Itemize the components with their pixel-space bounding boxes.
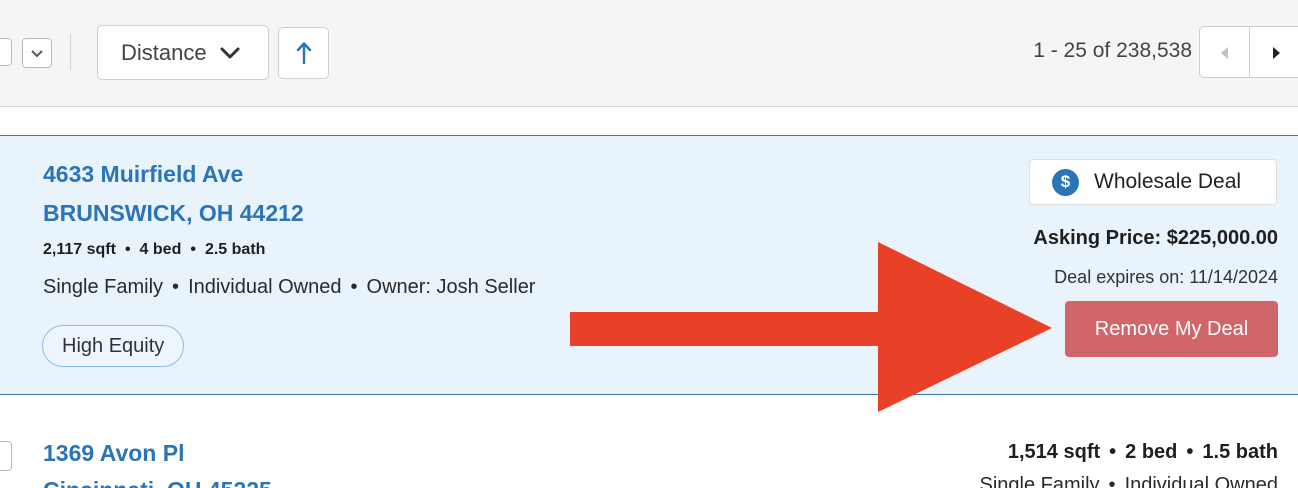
separator-dot: • — [1186, 441, 1194, 463]
dollar-icon: $ — [1052, 168, 1079, 196]
listing-address-city[interactable]: Cincinnati, OH 45225 — [43, 477, 272, 488]
pagination-controls — [1199, 26, 1298, 78]
separator-dot: • — [172, 276, 180, 298]
deal-expiration: Deal expires on: 11/14/2024 — [1054, 267, 1278, 287]
results-toolbar: Distance 1 - 25 of 238,538 — [0, 0, 1298, 107]
caret-right-icon — [1273, 47, 1280, 59]
remove-my-deal-button[interactable]: Remove My Deal — [1065, 301, 1278, 357]
wholesale-deal-badge: $ Wholesale Deal — [1029, 159, 1277, 205]
listings-page: Distance 1 - 25 of 238,538 4633 Muirfiel… — [0, 0, 1298, 488]
listing-specs: 2,117 sqft • 4 bed • 2.5 bath — [43, 241, 265, 259]
caret-left-icon — [1220, 47, 1228, 59]
listing-card-selected[interactable]: 4633 Muirfield Ave BRUNSWICK, OH 44212 2… — [0, 135, 1298, 395]
listing-address-city[interactable]: BRUNSWICK, OH 44212 — [43, 200, 304, 227]
sort-by-select[interactable]: Distance — [97, 25, 269, 80]
previous-page-button[interactable] — [1200, 27, 1250, 77]
toolbar-divider — [70, 34, 71, 70]
ownership-type: Individual Owned — [188, 276, 342, 298]
separator-dot: • — [124, 241, 131, 258]
ownership-type: Individual Owned — [1124, 474, 1278, 488]
owner-name: Owner: Josh Seller — [366, 276, 536, 298]
sort-by-label: Distance — [121, 39, 207, 65]
listing-address-street[interactable]: 1369 Avon Pl — [43, 440, 184, 467]
chevron-down-icon — [219, 46, 241, 60]
listing-baths: 1.5 bath — [1202, 441, 1278, 463]
select-options-dropdown[interactable] — [22, 38, 52, 68]
listing-baths: 2.5 bath — [204, 241, 266, 258]
next-page-button[interactable] — [1251, 27, 1298, 77]
asking-price: Asking Price: $225,000.00 — [1033, 227, 1278, 249]
high-equity-tag: High Equity — [42, 325, 185, 367]
listing-sqft: 1,514 sqft — [1007, 441, 1101, 463]
separator-dot: • — [350, 276, 358, 298]
separator-dot: • — [1109, 441, 1117, 463]
separator-dot: • — [1108, 474, 1116, 488]
wholesale-deal-label: Wholesale Deal — [1094, 170, 1242, 193]
listing-beds: 4 bed — [139, 241, 182, 258]
listing-checkbox[interactable] — [0, 441, 12, 471]
sort-direction-button[interactable] — [278, 27, 329, 79]
separator-dot: • — [190, 241, 196, 258]
chevron-down-icon — [31, 49, 43, 57]
property-type: Single Family — [43, 276, 164, 298]
select-all-checkbox[interactable] — [0, 38, 12, 66]
property-type: Single Family — [979, 474, 1100, 488]
listing-beds: 2 bed — [1125, 441, 1178, 463]
listing-sqft: 2,117 sqft — [43, 241, 116, 258]
listing-specs: 1,514 sqft • 2 bed • 1.5 bath — [1008, 441, 1278, 464]
arrow-up-icon — [296, 42, 311, 65]
listing-details: Single Family • Individual Owned • Owner: Jo… — [43, 276, 535, 299]
pagination-range: 1 - 25 of 238,538 — [1033, 39, 1192, 62]
listing-address-street[interactable]: 4633 Muirfield Ave — [43, 161, 243, 188]
listing-details: Single Family • Individual Owned — [980, 474, 1279, 488]
